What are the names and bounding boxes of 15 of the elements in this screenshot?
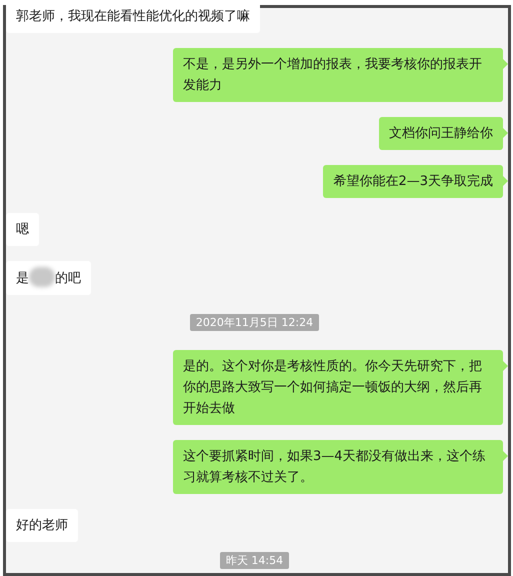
- timestamp: 2020年11月5日 12:24: [190, 314, 320, 331]
- sent-message-bubble: 是的。这个对你是考核性质的。你今天先研究下，把你的思路大致写一个如何搞定一顿饭的大纲，然后再开始去做: [173, 350, 503, 425]
- bubble-tail-icon: [503, 128, 508, 138]
- bubble-tail-icon: [503, 176, 508, 186]
- timestamp: 昨天 14:54: [220, 552, 290, 569]
- sent-message-bubble: 这个要抓紧时间，如果3—4天都没有做出来，这个练习就算考核不过关了。: [173, 440, 503, 494]
- received-message-bubble: 嗯: [6, 213, 39, 246]
- sent-message-bubble: 不是，是另外一个增加的报表，我要考核你的报表开发能力: [173, 48, 503, 102]
- received-message-bubble: 好的老师: [6, 509, 78, 542]
- bubble-tail-icon: [503, 451, 508, 461]
- bubble-tail-icon: [503, 59, 508, 69]
- received-message-bubble: 是 的吧: [6, 261, 91, 295]
- sent-message-bubble: 希望你能在2—3天争取完成: [323, 165, 503, 198]
- sent-message-bubble: 文档你问王静给你: [379, 117, 503, 150]
- bubble-tail-icon: [503, 361, 508, 371]
